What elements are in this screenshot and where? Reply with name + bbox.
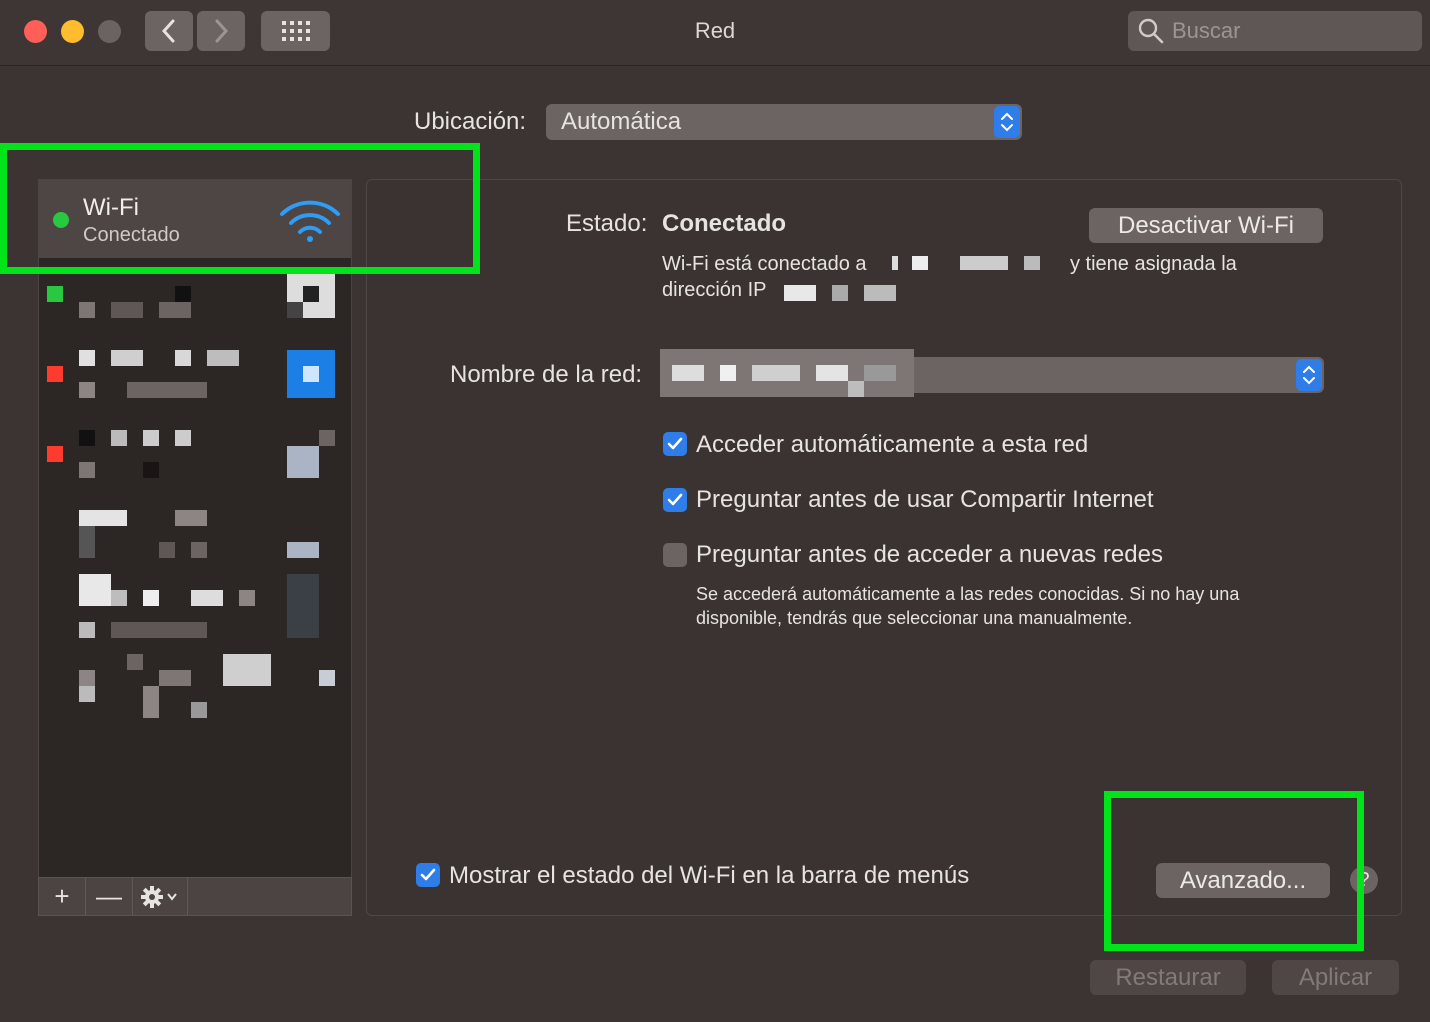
ask-hotspot-label[interactable]: Preguntar antes de usar Compartir Intern… <box>696 486 1154 514</box>
search-icon <box>1138 18 1164 44</box>
up-down-chevron-icon <box>1001 112 1013 132</box>
status-value: Conectado <box>662 210 787 237</box>
status-dot <box>47 446 63 462</box>
network-name-stepper <box>1296 359 1322 391</box>
highlight-box-wifi <box>0 143 480 274</box>
service-actions-menu[interactable] <box>133 878 188 915</box>
sidebar-toolbar: + — <box>38 877 352 916</box>
checkmark-icon <box>667 437 683 450</box>
apply-button[interactable]: Aplicar <box>1272 960 1399 995</box>
status-description-2: y tiene asignada la <box>1070 253 1237 275</box>
remove-service-button[interactable]: — <box>86 878 133 915</box>
show-in-menubar-label[interactable]: Mostrar el estado del Wi-Fi en la barra … <box>449 862 969 890</box>
checkmark-icon <box>420 868 436 881</box>
highlight-box-advanced <box>1104 791 1364 951</box>
ask-new-networks-label[interactable]: Preguntar antes de acceder a nuevas rede… <box>696 541 1163 569</box>
add-service-button[interactable]: + <box>39 878 86 915</box>
up-down-chevron-icon <box>1303 365 1315 385</box>
toggle-wifi-button[interactable]: Desactivar Wi-Fi <box>1089 208 1323 243</box>
search-field[interactable] <box>1128 11 1422 51</box>
redacted-network <box>892 256 1052 270</box>
search-input[interactable] <box>1170 17 1414 45</box>
status-description-3: dirección IP <box>662 279 767 301</box>
status-dot <box>47 286 63 302</box>
gear-icon <box>141 885 177 908</box>
ask-new-networks-hint-2: disponible, tendrás que seleccionar una … <box>696 608 1133 628</box>
status-description-1: Wi-Fi está conectado a <box>662 253 867 275</box>
location-select[interactable]: Automática <box>546 104 1022 140</box>
network-name-label: Nombre de la red: <box>450 361 643 388</box>
location-label: Ubicación: <box>414 108 527 135</box>
location-stepper <box>994 106 1020 138</box>
ask-new-networks-hint-1: Se accederá automáticamente a las redes … <box>696 584 1240 604</box>
redacted-network-name <box>660 349 914 397</box>
location-value: Automática <box>561 108 682 135</box>
revert-button[interactable]: Restaurar <box>1090 960 1246 995</box>
redacted-ip <box>784 285 896 301</box>
auto-join-checkbox[interactable] <box>663 432 687 456</box>
auto-join-label[interactable]: Acceder automáticamente a esta red <box>696 431 1088 459</box>
title-bar: Red <box>0 0 1430 66</box>
checkmark-icon <box>667 493 683 506</box>
show-in-menubar-checkbox[interactable] <box>416 863 440 887</box>
ask-hotspot-checkbox[interactable] <box>663 488 687 512</box>
status-dot <box>47 366 63 382</box>
network-name-select[interactable] <box>660 349 1324 397</box>
ask-new-networks-checkbox[interactable] <box>663 543 687 567</box>
network-service-list[interactable]: Wi-Fi Conectado <box>38 179 352 879</box>
status-label: Estado: <box>566 210 648 237</box>
